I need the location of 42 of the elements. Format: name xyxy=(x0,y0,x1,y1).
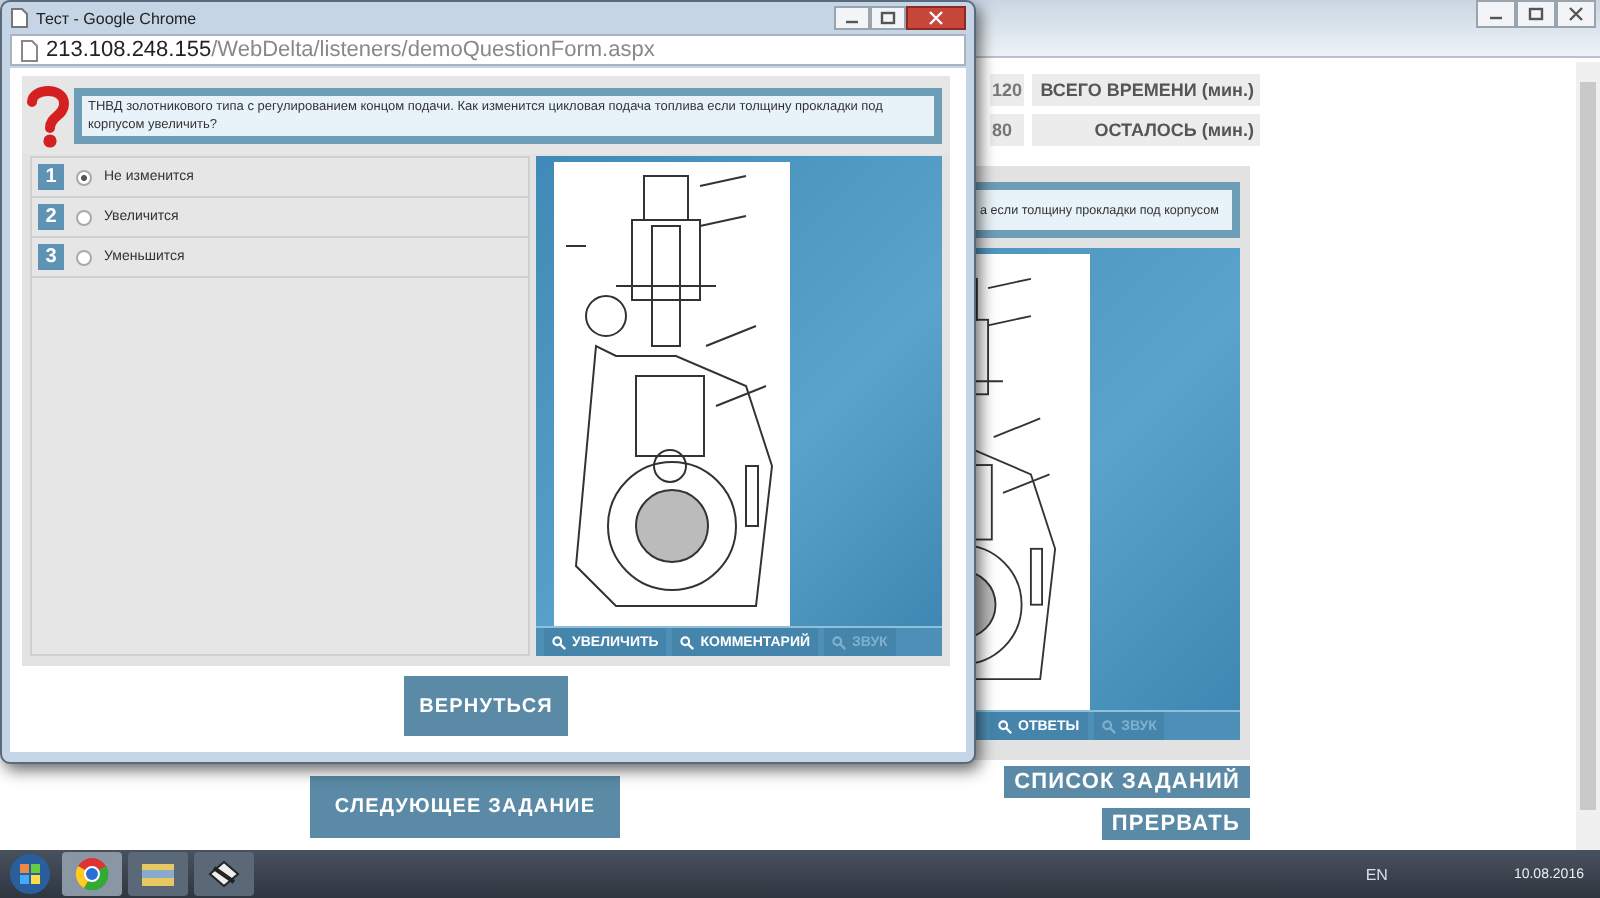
page-icon xyxy=(10,8,28,28)
answer-number: 2 xyxy=(38,204,64,230)
start-button[interactable] xyxy=(4,852,56,896)
maximize-icon xyxy=(1526,6,1546,22)
radio-button[interactable] xyxy=(76,209,92,225)
answer-number: 1 xyxy=(38,164,64,190)
browser-icon[interactable] xyxy=(62,852,122,896)
tool-icon[interactable] xyxy=(194,852,254,896)
page-button[interactable]: ПРЕРВАТЬ xyxy=(1101,808,1250,840)
folder-icon[interactable] xyxy=(128,852,188,896)
radio-button[interactable] xyxy=(76,249,92,265)
stat-label: ВСЕГО ВРЕМЕНИ (мин.) xyxy=(1032,74,1260,106)
url-text[interactable]: 213.108.248.155/WebDelta/listeners/demoQuestionForm.aspx xyxy=(46,38,655,62)
search-icon xyxy=(1101,719,1116,733)
stat-value: 120 xyxy=(990,74,1024,106)
next-task-button[interactable]: СЛЕДУЮЩЕЕ ЗАДАНИЕ xyxy=(310,776,620,838)
address-bar[interactable]: 213.108.248.155/WebDelta/listeners/demoQuestionForm.aspx xyxy=(10,34,966,66)
minimize-button[interactable] xyxy=(834,6,870,30)
radio-button[interactable] xyxy=(76,169,92,185)
maximize-button[interactable] xyxy=(1516,0,1556,28)
search-icon xyxy=(832,635,847,649)
question-mark-icon xyxy=(26,84,70,148)
maximize-icon xyxy=(878,10,898,26)
close-button[interactable] xyxy=(1556,0,1596,28)
scrollbar[interactable] xyxy=(1576,62,1600,850)
page-button[interactable]: СПИСОК ЗАДАНИЙ xyxy=(1004,766,1250,798)
close-icon xyxy=(926,10,946,26)
scrollbar-thumb[interactable] xyxy=(1580,82,1596,810)
answer-number: 3 xyxy=(38,244,64,270)
search-icon xyxy=(680,635,695,649)
back-button[interactable]: ВЕРНУТЬСЯ xyxy=(404,676,568,736)
close-button[interactable] xyxy=(906,6,966,30)
maximize-button[interactable] xyxy=(870,6,906,30)
close-icon xyxy=(1566,6,1586,22)
search-icon xyxy=(998,719,1012,733)
language-indicator[interactable]: EN xyxy=(1365,865,1388,883)
stat-value: 80 xyxy=(990,114,1024,146)
minimize-button[interactable] xyxy=(1476,0,1516,28)
search-icon xyxy=(552,635,566,649)
window-title: Тест - Google Chrome xyxy=(36,9,197,27)
stat-label: ОСТАЛОСЬ (мин.) xyxy=(1032,114,1260,146)
page-icon xyxy=(20,39,38,61)
